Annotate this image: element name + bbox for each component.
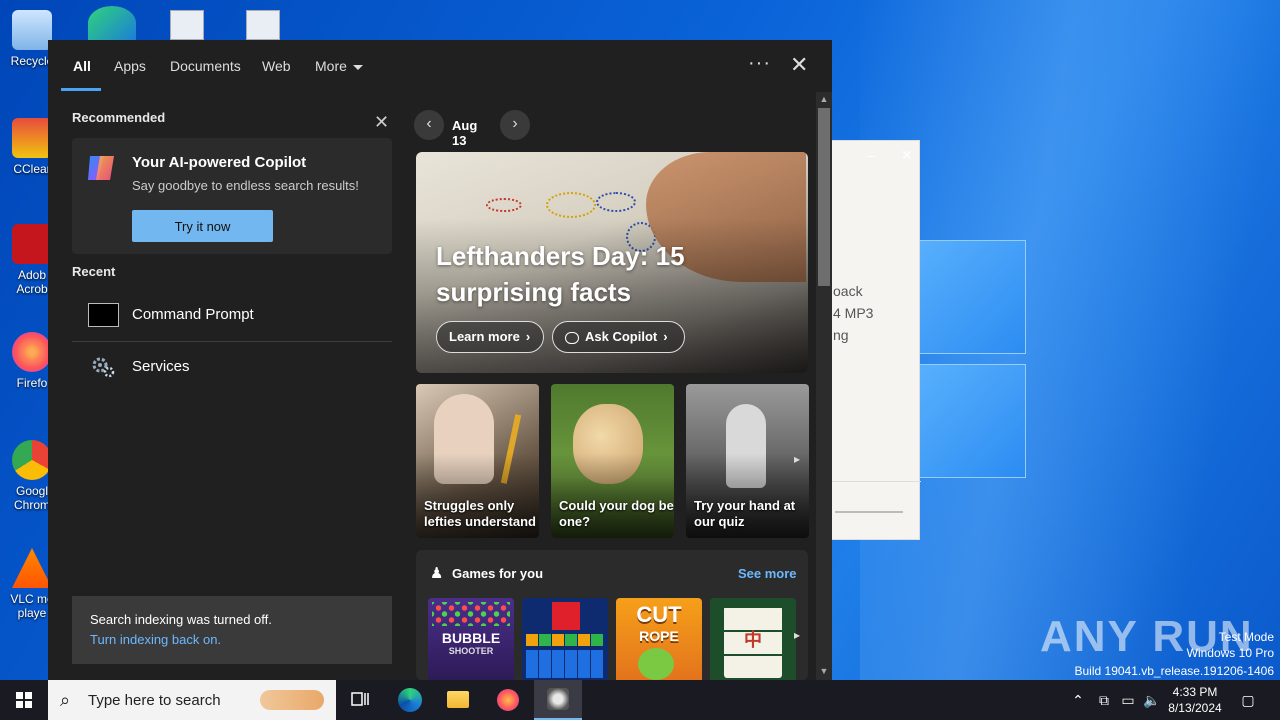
date-label: Aug 13 <box>452 118 478 148</box>
desktop-edge-icon[interactable] <box>88 6 136 40</box>
scroll-down-icon[interactable]: ▼ <box>816 666 832 676</box>
taskbar-active-app[interactable] <box>534 680 582 720</box>
edge-icon <box>398 688 422 712</box>
game-tile-cut-the-rope[interactable]: CUT ROPE <box>616 598 702 680</box>
ask-copilot-button[interactable]: Ask Copilot › <box>552 321 685 353</box>
copilot-card: Your AI-powered Copilot Say goodbye to e… <box>72 138 392 254</box>
scroll-up-icon[interactable]: ▲ <box>816 94 832 104</box>
app-icon <box>547 688 569 710</box>
search-tabs: All Apps Documents Web More ··· ✕ <box>48 40 832 92</box>
clock[interactable]: 4:33 PM 8/13/2024 <box>1160 684 1230 716</box>
om-nom-image <box>638 648 674 680</box>
start-button[interactable] <box>0 680 48 720</box>
chrome-icon <box>12 440 52 480</box>
test-mode-label: Test Mode <box>1218 630 1274 644</box>
tray-app-icon[interactable]: ⧉ <box>1092 680 1116 720</box>
search-highlight-pencil-icon <box>260 690 324 710</box>
taskbar-edge[interactable] <box>386 680 434 720</box>
vlc-icon <box>12 548 52 588</box>
scrollbar-thumb[interactable] <box>818 108 830 286</box>
copilot-card-title: Your AI-powered Copilot <box>132 154 307 171</box>
search-placeholder: Type here to search <box>88 692 221 709</box>
next-day-button[interactable]: › <box>500 110 530 140</box>
indexing-notice: Search indexing was turned off. Turn ind… <box>72 596 392 664</box>
os-version-label: Windows 10 Pro <box>1186 646 1274 660</box>
recycle-bin-icon <box>12 10 52 50</box>
desktop-file-icon-2[interactable] <box>246 10 280 40</box>
search-panel: All Apps Documents Web More ··· ✕ Recomm… <box>48 40 832 680</box>
panel-scrollbar[interactable]: ▲ ▼ <box>816 92 832 680</box>
news-card-dog[interactable]: Could your dog be one? <box>551 384 674 538</box>
folder-icon <box>447 691 469 708</box>
caret-down-icon <box>352 64 363 70</box>
more-options-button[interactable]: ··· <box>748 52 771 75</box>
learn-more-button[interactable]: Learn more › <box>436 321 544 353</box>
taskbar-search-box[interactable]: ⌕ Type here to search <box>48 680 336 720</box>
feed-column: ‹ Aug 13 › Lefthanders Day: 15 surprisin… <box>414 110 810 680</box>
taskbar: ⌕ Type here to search ⌃ ⧉ ▭ 🔈 4:33 PM 8/… <box>0 680 1280 720</box>
recommended-title: Recommended <box>72 110 166 125</box>
network-icon[interactable]: ▭ <box>1116 680 1140 720</box>
game-tile-block-puzzle[interactable] <box>522 598 608 680</box>
chevron-right-icon: › <box>663 329 668 344</box>
indexing-message: Search indexing was turned off. <box>90 612 272 627</box>
show-hidden-icons-chevron-up-icon[interactable]: ⌃ <box>1066 680 1090 720</box>
active-tab-indicator <box>61 88 101 91</box>
previous-day-button[interactable]: ‹ <box>414 110 444 140</box>
background-window[interactable]: – ✕ oack 4 MP3 ng <box>830 140 921 540</box>
task-view-button[interactable] <box>336 680 384 720</box>
build-label: Build 19041.vb_release.191206-1406 <box>1074 664 1275 678</box>
chevron-right-icon: › <box>525 329 531 344</box>
copilot-card-subtitle: Say goodbye to endless search results! <box>132 178 359 193</box>
firefox-icon <box>12 332 52 372</box>
minimize-icon[interactable]: – <box>867 147 875 163</box>
game-tile-mahjong[interactable]: 中 <box>710 598 796 680</box>
dismiss-recommended-button[interactable]: ✕ <box>374 112 389 133</box>
windows-start-icon <box>16 692 32 708</box>
tab-more[interactable]: More <box>315 58 363 74</box>
game-pieces-icon: ♟ <box>430 565 444 582</box>
tab-web[interactable]: Web <box>262 58 291 74</box>
chat-icon <box>565 331 579 344</box>
recent-title: Recent <box>72 264 116 279</box>
cards-next-button[interactable]: ▸ <box>794 452 808 474</box>
turn-indexing-on-link[interactable]: Turn indexing back on. <box>90 632 221 647</box>
taskbar-file-explorer[interactable] <box>434 680 482 720</box>
close-search-button[interactable]: ✕ <box>790 54 808 76</box>
ccleaner-icon <box>12 118 52 158</box>
command-prompt-icon <box>88 303 119 327</box>
firefox-icon <box>497 689 519 711</box>
action-center-notification-icon[interactable]: ▢ <box>1234 680 1262 720</box>
tab-apps[interactable]: Apps <box>114 58 146 74</box>
news-card-lefties[interactable]: Struggles only lefties understand <box>416 384 539 538</box>
games-next-button[interactable]: ▸ <box>794 628 808 650</box>
copilot-icon <box>88 156 114 180</box>
game-tile-bubble-shooter[interactable]: BUBBLE SHOOTER <box>428 598 514 680</box>
gears-icon <box>92 357 115 378</box>
task-view-icon <box>351 692 369 706</box>
left-column: Recommended ✕ Your AI-powered Copilot Sa… <box>72 110 392 378</box>
taskbar-firefox[interactable] <box>484 680 532 720</box>
windows-logo-wallpaper <box>910 240 1030 480</box>
clock-date: 8/13/2024 <box>1168 701 1222 715</box>
search-icon: ⌕ <box>60 690 71 710</box>
clock-time: 4:33 PM <box>1172 685 1218 699</box>
tab-documents[interactable]: Documents <box>170 58 241 74</box>
recent-item-command-prompt[interactable]: Command Prompt <box>72 290 392 340</box>
hero-card[interactable]: Lefthanders Day: 15 surprising facts Lea… <box>416 152 808 373</box>
tab-all[interactable]: All <box>73 58 91 74</box>
news-card-quiz[interactable]: Try your hand at our quiz <box>686 384 809 538</box>
acrobat-icon <box>12 224 52 264</box>
recent-item-services[interactable]: Services <box>72 342 392 392</box>
try-it-now-button[interactable]: Try it now <box>132 210 273 242</box>
hero-title: Lefthanders Day: 15 surprising facts <box>436 241 685 307</box>
games-section: ♟ Games for you See more BUBBLE SHOOTER … <box>416 550 808 680</box>
desktop-file-icon-1[interactable] <box>170 10 204 40</box>
close-icon[interactable]: ✕ <box>901 147 913 164</box>
see-more-games-link[interactable]: See more <box>738 566 797 581</box>
games-title: Games for you <box>452 566 544 581</box>
